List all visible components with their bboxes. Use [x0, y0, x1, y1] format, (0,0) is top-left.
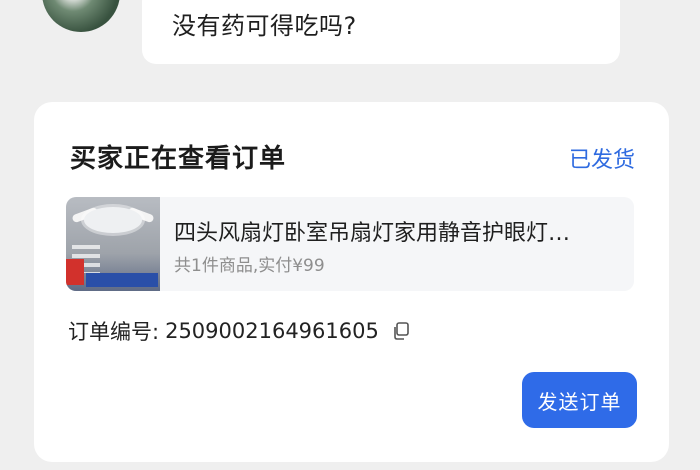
product-name: 四头风扇灯卧室吊扇灯家用静音护眼灯…: [174, 221, 571, 246]
avatar[interactable]: [42, 0, 120, 32]
order-status: 已发货: [568, 148, 635, 173]
send-order-button[interactable]: 发送订单: [522, 372, 637, 428]
chat-message-bubble: 没有药可得吃吗?: [142, 0, 620, 64]
order-number-row: 订单编号: 2509002164961605: [68, 316, 411, 346]
order-number-label: 订单编号:: [68, 320, 160, 344]
order-card-title: 买家正在查看订单: [70, 144, 287, 174]
product-summary: 共1件商品,实付¥99: [174, 256, 325, 276]
product-thumbnail: [66, 197, 160, 291]
copy-icon[interactable]: [391, 321, 411, 341]
product-item[interactable]: 四头风扇灯卧室吊扇灯家用静音护眼灯… 共1件商品,实付¥99: [66, 197, 634, 291]
order-card: 买家正在查看订单 已发货 四头风扇灯卧室吊扇灯家用静音护眼灯… 共1件商品,实付…: [34, 102, 669, 462]
chat-message-text: 没有药可得吃吗?: [172, 12, 357, 40]
order-number: 2509002164961605: [165, 319, 379, 343]
